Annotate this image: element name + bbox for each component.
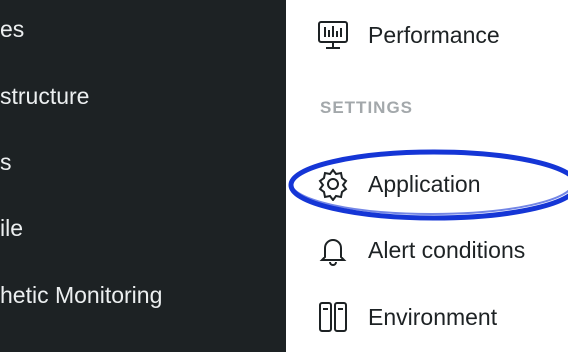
left-nav-item[interactable]: ile [0, 214, 23, 242]
left-nav-item[interactable]: s [0, 148, 12, 176]
settings-section-heading: SETTINGS [320, 98, 414, 117]
nav-item-alert-conditions[interactable]: Alert conditions [316, 233, 525, 267]
performance-monitor-icon [316, 18, 350, 52]
nav-item-label: Performance [368, 21, 500, 48]
nav-item-label: Alert conditions [368, 236, 526, 263]
left-nav-item[interactable]: structure [0, 82, 89, 110]
gear-icon [316, 167, 350, 201]
nav-item-label: Environment [368, 303, 498, 330]
left-nav-item[interactable]: es [0, 15, 24, 43]
nav-item-environment[interactable]: Environment [316, 300, 497, 334]
settings-sidebar: Performance SETTINGS Application Alert c… [286, 0, 568, 352]
bell-icon [316, 233, 350, 267]
left-nav-panel: es structure s ile hetic Monitoring [0, 0, 286, 352]
nav-item-label: Application [368, 170, 481, 197]
nav-item-application[interactable]: Application [316, 167, 481, 201]
left-nav-item[interactable]: hetic Monitoring [0, 281, 162, 309]
environment-icon [316, 300, 350, 334]
nav-item-performance[interactable]: Performance [316, 18, 500, 52]
